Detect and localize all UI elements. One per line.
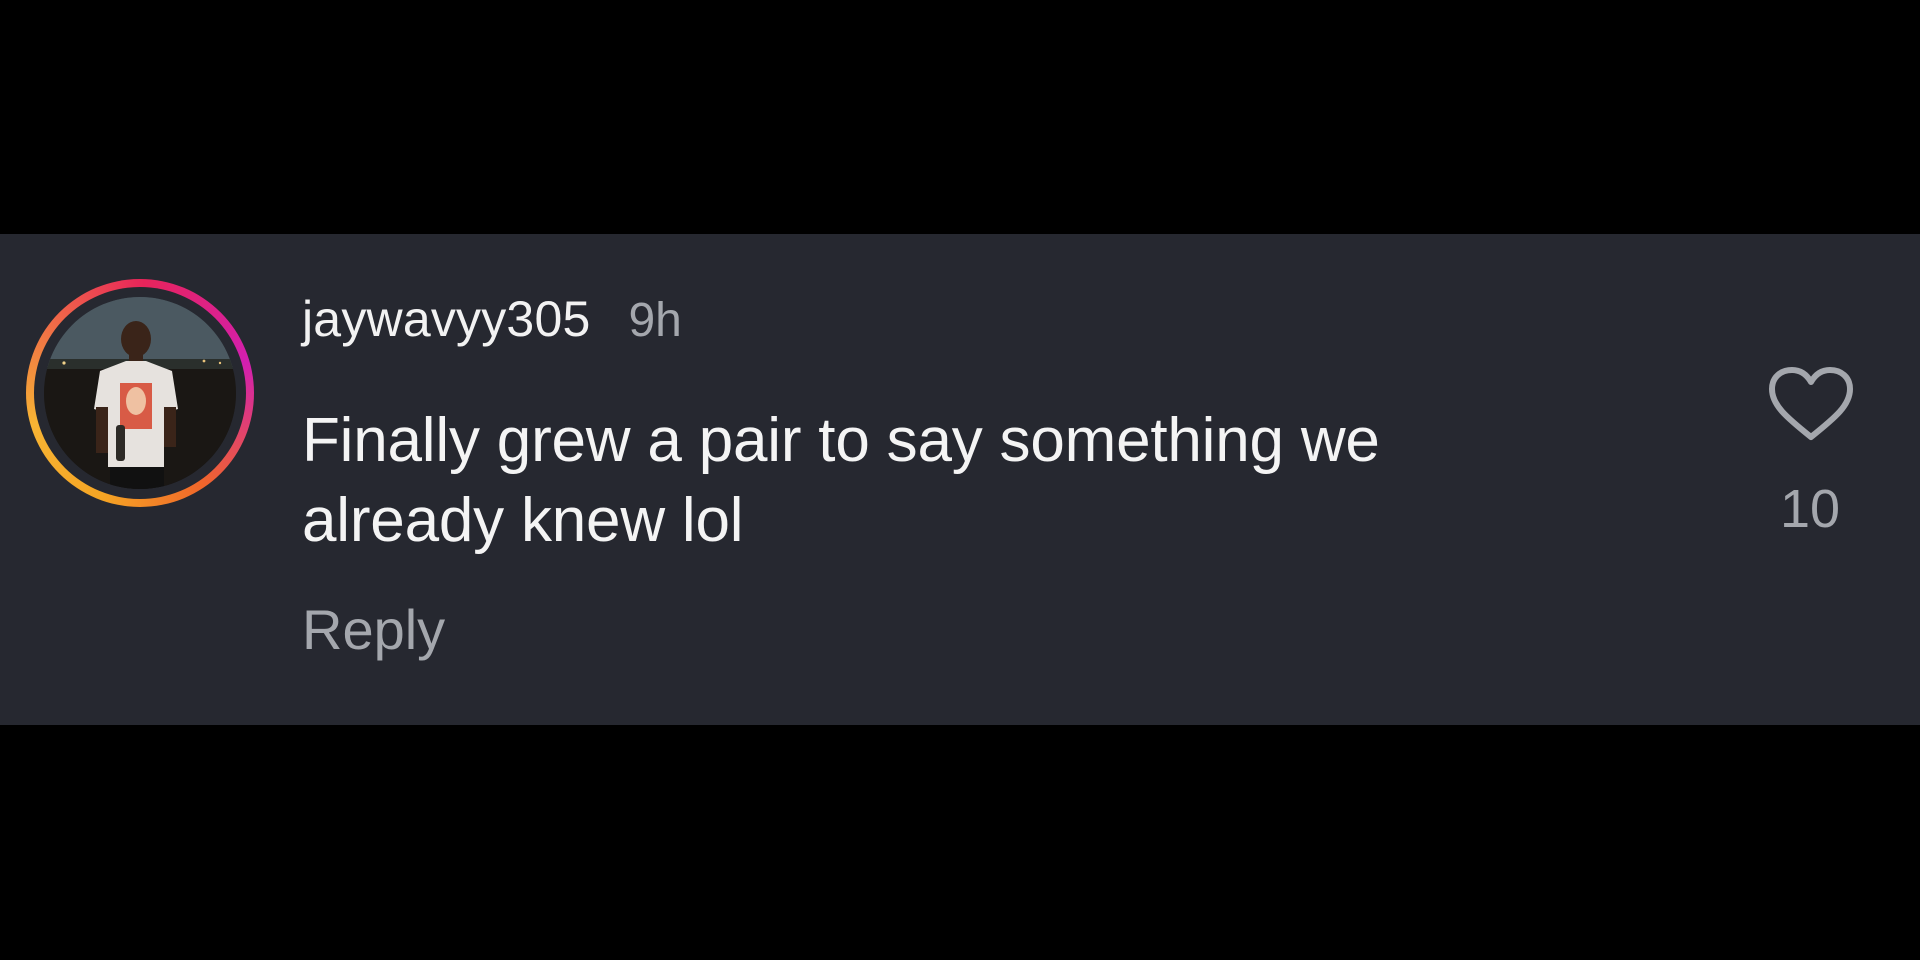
screen: jaywavyy305 9h Finally grew a pair to sa… <box>0 0 1920 960</box>
reply-button[interactable]: Reply <box>302 597 445 662</box>
like-button[interactable] <box>1766 365 1856 445</box>
comment-text-line: already knew lol <box>302 486 744 555</box>
comment-body: Finally grew a pair to say something we … <box>302 401 1622 561</box>
comment-text-line: Finally grew a pair to say something we <box>302 406 1380 475</box>
heart-outline-icon <box>1769 367 1853 440</box>
comment-header: jaywavyy305 9h <box>302 290 682 350</box>
comment-timestamp: 9h <box>628 294 682 347</box>
avatar-story-ring[interactable] <box>26 279 254 507</box>
avatar[interactable] <box>44 297 236 489</box>
username-link[interactable]: jaywavyy305 <box>302 290 590 348</box>
like-count: 10 <box>1779 479 1841 539</box>
